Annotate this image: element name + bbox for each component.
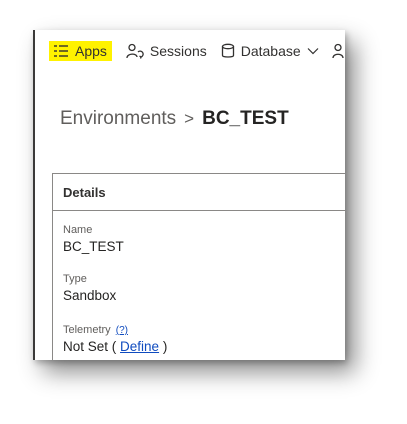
left-divider [33,30,35,360]
chevron-down-icon [307,47,319,55]
breadcrumb-current: BC_TEST [202,108,289,129]
breadcrumb-separator: > [184,109,195,128]
telemetry-label-row: Telemetry (?) [63,324,167,337]
environment-page-screenshot: Apps Sessions Database Environments > BC… [33,30,345,360]
type-value: Sandbox [63,288,117,303]
top-nav: Apps Sessions Database [49,38,345,64]
nav-item-apps-label: Apps [75,43,107,59]
database-icon [221,43,235,59]
nav-item-database[interactable]: Database [221,43,319,59]
person-icon [331,43,345,59]
name-label: Name [63,224,93,236]
nav-item-database-label: Database [240,43,301,59]
telemetry-label: Telemetry [63,324,111,336]
telemetry-field: Telemetry (?) Not Set ( Define ) [63,324,167,355]
telemetry-help-link[interactable]: (?) [116,325,128,336]
nav-item-sessions[interactable]: Sessions [126,43,207,59]
details-card: Details Name BC_TEST Type Sandbox Teleme… [52,173,345,360]
details-card-title: Details [53,174,345,211]
type-field: Type Sandbox [63,273,116,304]
breadcrumb: Environments > BC_TEST [60,108,289,130]
name-field: Name BC_TEST [63,224,124,255]
type-label: Type [63,273,87,285]
nav-item-cut-off[interactable] [331,43,345,59]
telemetry-value: Not Set ( Define ) [63,339,167,355]
app-list-icon [53,44,69,58]
name-value: BC_TEST [63,239,124,254]
telemetry-value-suffix: ) [162,339,168,354]
nav-item-sessions-label: Sessions [149,43,207,59]
breadcrumb-environments[interactable]: Environments [60,108,176,130]
define-link[interactable]: Define [120,339,159,354]
telemetry-value-prefix: Not Set ( [63,339,117,354]
person-sync-icon [126,43,144,59]
nav-item-apps[interactable]: Apps [49,41,112,61]
